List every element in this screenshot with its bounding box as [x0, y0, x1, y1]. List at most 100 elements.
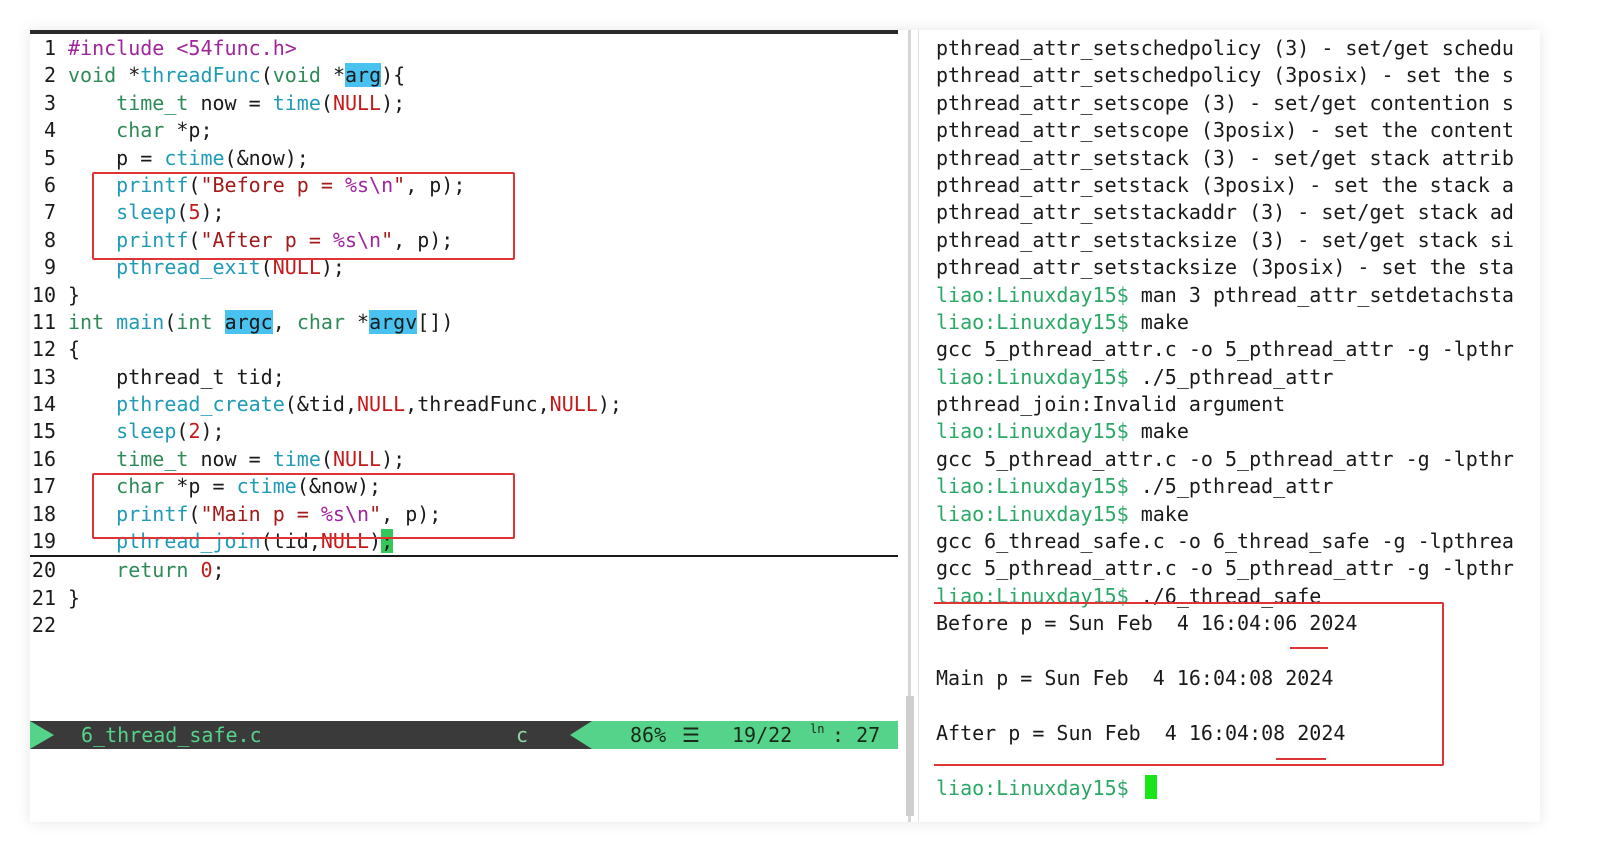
code-token: " [381, 227, 394, 252]
terminal-text: make [1128, 501, 1189, 526]
code-token: } [68, 585, 81, 610]
code-token: char [116, 474, 165, 499]
code-token: ); [200, 419, 225, 444]
code-token: , [272, 309, 297, 334]
code-token: %s\n [344, 172, 394, 197]
code-line[interactable]: 1 #include <54func.h> [30, 35, 898, 62]
code-token: ); [597, 392, 622, 417]
terminal-line: gcc 5_pthread_attr.c -o 5_pthread_attr -… [934, 336, 1540, 363]
code-token: , p); [381, 501, 442, 526]
line-number: 3 [43, 90, 56, 115]
line-number: 2 [43, 63, 56, 88]
terminal-text: Main p = Sun Feb 4 16:04:08 2024 [936, 665, 1334, 690]
code-token: pthread_join [116, 529, 261, 554]
code-line[interactable]: 8 printf("After p = %s\n", p); [30, 227, 898, 254]
editor-statusbar: 6_thread_safe.c c 86% ☰ 19/22 ln : 27 [30, 721, 898, 749]
search-highlight: argc [224, 309, 273, 334]
code-token: now = [188, 90, 273, 115]
line-number: 6 [43, 172, 56, 197]
code-area[interactable]: 1 #include <54func.h> 2 void *threadFunc(v… [30, 35, 898, 640]
code-token: p = [68, 145, 165, 170]
code-line[interactable]: 10} [30, 282, 898, 309]
terminal-text: pthread_attr_setstacksize (3posix) - set… [936, 255, 1514, 280]
code-line[interactable]: 20 return 0; [30, 557, 898, 584]
terminal-line: pthread_attr_setstack (3posix) - set the… [934, 172, 1540, 199]
code-token: %s\n [320, 501, 370, 526]
code-token: NULL [549, 392, 598, 417]
code-line[interactable]: 13 pthread_t tid; [30, 364, 898, 391]
code-line[interactable]: 5 p = ctime(&now); [30, 145, 898, 172]
code-line[interactable]: 11 int main(int argc, char *argv[]) [30, 309, 898, 336]
code-token: "Before p = [200, 172, 345, 197]
code-line[interactable]: 14 pthread_create(&tid,NULL,threadFunc,N… [30, 391, 898, 418]
terminal-text: pthread_attr_setstackaddr (3) - set/get … [936, 200, 1514, 225]
code-token: ( [188, 172, 201, 197]
code-line-current[interactable]: 19 pthread_join(tid,NULL); [30, 528, 898, 558]
line-number: 4 [43, 118, 56, 143]
code-token: time_t [116, 446, 189, 471]
scrollbar-thumb[interactable] [906, 696, 914, 816]
code-editor[interactable]: 1 #include <54func.h> 2 void *threadFunc(v… [30, 30, 898, 822]
code-line[interactable]: 12 { [30, 336, 898, 363]
code-line[interactable]: 6 printf("Before p = %s\n", p); [30, 172, 898, 199]
code-token: , p); [405, 172, 466, 197]
terminal-line: liao:Linuxday15$ [934, 774, 1540, 802]
code-token: main [116, 309, 165, 334]
terminal-line: pthread_join:Invalid argument [934, 391, 1540, 418]
line-number: 11 [31, 309, 56, 334]
code-token: time [272, 446, 321, 471]
pane-divider[interactable] [898, 30, 934, 822]
terminal-line: liao:Linuxday15$ make [934, 309, 1540, 336]
terminal-pane[interactable]: pthread_attr_setschedpolicy (3) - set/ge… [934, 30, 1540, 822]
line-number: 13 [31, 364, 56, 389]
code-line[interactable]: 4 char *p; [30, 117, 898, 144]
code-token: int [176, 309, 213, 334]
status-line-position: 19/22 [732, 723, 793, 747]
code-line[interactable]: 3 time_t now = time(NULL); [30, 90, 898, 117]
terminal-line: After p = Sun Feb 4 16:04:08 2024 [934, 720, 1540, 747]
shell-prompt: liao:Linuxday15$ [936, 282, 1129, 307]
code-token: pthread_exit [116, 255, 261, 280]
shell-prompt: liao:Linuxday15$ [936, 309, 1129, 334]
line-number: 8 [43, 227, 56, 252]
code-token: ); [200, 200, 225, 225]
code-token: <54func.h> [164, 36, 297, 60]
code-line[interactable]: 18 printf("Main p = %s\n", p); [30, 501, 898, 528]
line-number: 18 [31, 501, 56, 526]
terminal-cursor [1144, 774, 1157, 799]
code-token: now = [188, 446, 273, 471]
code-token: ){ [381, 63, 406, 88]
code-line[interactable]: 15 sleep(2); [30, 418, 898, 445]
code-token: ctime [164, 145, 225, 170]
code-line[interactable]: 16 time_t now = time(NULL); [30, 446, 898, 473]
code-line[interactable]: 17 char *p = ctime(&now); [30, 473, 898, 500]
terminal-line: gcc 5_pthread_attr.c -o 5_pthread_attr -… [934, 555, 1540, 582]
code-token: " [393, 172, 406, 197]
code-token: ( [176, 200, 189, 225]
line-number: 14 [31, 392, 56, 417]
code-token: char [296, 309, 345, 334]
shell-prompt: liao:Linuxday15$ [936, 474, 1129, 499]
code-token: ,threadFunc, [405, 392, 550, 417]
line-number: 10 [31, 282, 56, 307]
shell-prompt: liao:Linuxday15$ [936, 364, 1129, 389]
code-line[interactable]: 22 [30, 612, 898, 639]
code-line[interactable]: 2 void *threadFunc(void *arg){ [30, 62, 898, 89]
code-line[interactable]: 21} [30, 585, 898, 612]
code-token: NULL [357, 392, 406, 417]
annotation-underline [1290, 647, 1328, 649]
code-token: 5 [188, 200, 201, 225]
code-token: time [272, 90, 321, 115]
code-token: ); [381, 446, 406, 471]
code-line[interactable]: 7 sleep(5); [30, 199, 898, 226]
code-token: time_t [116, 90, 189, 115]
line-number: 9 [43, 255, 56, 280]
code-token: %s\n [332, 227, 382, 252]
code-line[interactable]: 9 pthread_exit(NULL); [30, 254, 898, 281]
